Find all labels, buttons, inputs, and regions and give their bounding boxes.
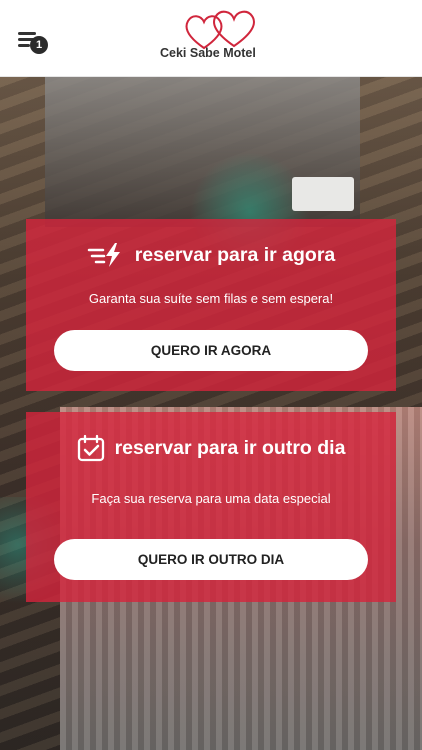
card-subtitle: Garanta sua suíte sem filas e sem espera… [88,291,334,306]
reserve-now-card: reservar para ir agora Garanta sua suíte… [26,219,396,391]
app-header: 1 Ceki Sabe Motel [0,0,422,77]
reserve-other-day-button[interactable]: QUERO IR OUTRO DIA [54,539,368,580]
logo: Ceki Sabe Motel [150,8,280,68]
card-title: reservar para ir outro dia [114,436,346,459]
reserve-other-day-card: reservar para ir outro dia Faça sua rese… [26,412,396,602]
card-subtitle: Faça sua reserva para uma data especial [91,491,331,506]
calendar-check-icon [77,434,104,462]
logo-text: Ceki Sabe Motel [160,46,256,60]
notification-badge: 1 [30,36,48,54]
fast-bolt-icon [87,243,120,267]
menu-icon [18,32,36,35]
reserve-now-button[interactable]: QUERO IR AGORA [54,330,368,371]
card-title: reservar para ir agora [134,243,336,266]
